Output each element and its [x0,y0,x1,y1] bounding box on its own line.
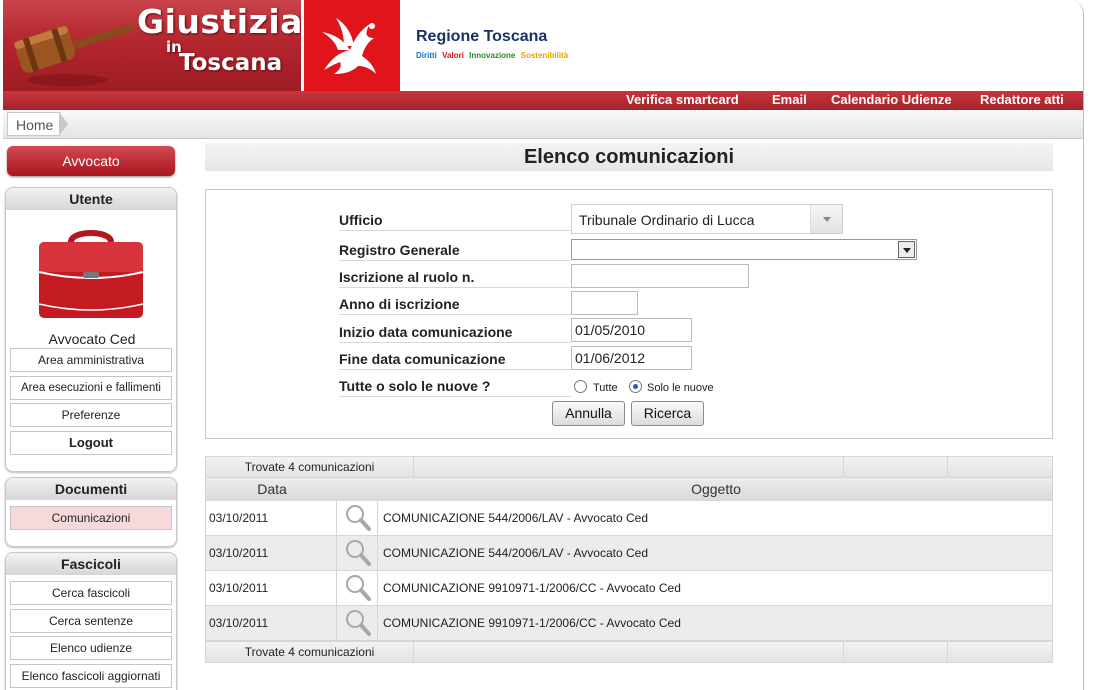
row-object: COMUNICAZIONE 9910971-1/2006/CC - Avvoca… [383,581,681,595]
results-count-text: Trovate 4 comunicazioni [206,642,414,662]
tutte-label: Tutte o solo le nuove ? [339,378,571,397]
regione-toscana-logo[interactable]: Regione Toscana Diritti Valori Innovazio… [400,0,586,92]
table-header: Data Oggetto [205,478,1053,501]
row-object: COMUNICAZIONE 544/2006/LAV - Avvocato Ce… [383,511,649,525]
sidebar-item-area-esecuzioni[interactable]: Area esecuzioni e fallimenti [10,376,172,400]
nav-calendario-udienze[interactable]: Calendario Udienze [831,92,952,107]
pager-cell [843,642,948,662]
user-panel: Utente Avvocato Ced Area amministrativa … [5,187,177,472]
nav-email[interactable]: Email [772,92,807,107]
sidebar-item-elenco-fascicoli-aggiornati[interactable]: Elenco fascicoli aggiornati [10,664,172,688]
breadcrumb: Home [3,110,1083,139]
results-count-top: Trovate 4 comunicazioni [205,456,1053,478]
radio-tutte[interactable] [574,380,587,393]
sidebar-item-preferenze[interactable]: Preferenze [10,403,172,427]
briefcase-icon [38,230,144,318]
row-date: 03/10/2011 [209,581,269,595]
row-date: 03/10/2011 [209,511,269,525]
chevron-down-icon[interactable] [810,205,842,233]
avvocato-role-button[interactable]: Avvocato [7,146,175,176]
user-name: Avvocato Ced [48,331,136,347]
row-object: COMUNICAZIONE 9910971-1/2006/CC - Avvoca… [383,616,681,630]
magnifier-icon[interactable] [336,571,378,605]
brand-title-toscana: Toscana [179,50,283,76]
table-row[interactable]: 03/10/2011 COMUNICAZIONE 544/2006/LAV - … [205,536,1053,571]
sidebar-item-area-amministrativa[interactable]: Area amministrativa [10,348,172,372]
table-row[interactable]: 03/10/2011 COMUNICAZIONE 544/2006/LAV - … [205,501,1053,536]
magnifier-icon[interactable] [336,606,378,640]
registro-select[interactable] [571,239,917,260]
results-count-text: Trovate 4 comunicazioni [206,457,414,477]
motto-word: Valori [442,51,464,60]
pager-cell [843,457,948,477]
sidebar-item-comunicazioni[interactable]: Comunicazioni [10,506,172,530]
sidebar-item-cerca-sentenze[interactable]: Cerca sentenze [10,609,172,633]
chevron-down-icon[interactable] [898,241,915,258]
inizio-label: Inizio data comunicazione [339,324,571,343]
user-panel-title: Utente [6,188,176,210]
anno-input[interactable] [571,291,638,315]
ufficio-label: Ufficio [339,212,571,231]
app-window: Giustizia in Toscana Regione Toscana Dir… [0,0,1084,690]
table-row[interactable]: 03/10/2011 COMUNICAZIONE 9910971-1/2006/… [205,571,1053,606]
files-panel-title: Fascicoli [6,553,176,575]
anno-label: Anno di iscrizione [339,296,571,315]
nav-verifica-smartcard[interactable]: Verifica smartcard [626,92,739,107]
fine-label: Fine data comunicazione [339,351,571,370]
fine-date-input[interactable] [571,346,692,370]
giustizia-in-toscana-logo[interactable]: Giustizia in Toscana [3,0,301,92]
motto-word: Diritti [416,51,437,60]
radio-solo-nuove-label: Solo le nuove [647,382,714,394]
results-count-bottom: Trovate 4 comunicazioni [205,641,1053,663]
top-navigation: Verifica smartcard Email Calendario Udie… [3,91,1083,110]
radio-solo-nuove[interactable] [629,380,642,393]
column-header-oggetto[interactable]: Oggetto [378,478,1054,501]
breadcrumb-home[interactable]: Home [7,112,62,136]
annulla-button[interactable]: Annulla [552,401,625,426]
magnifier-icon[interactable] [336,536,378,570]
ricerca-button[interactable]: Ricerca [631,401,704,426]
documents-panel: Documenti Comunicazioni [5,477,177,547]
pegasus-emblem-icon [304,0,400,92]
table-row[interactable]: 03/10/2011 COMUNICAZIONE 9910971-1/2006/… [205,606,1053,641]
motto-word: Innovazione [469,51,516,60]
ruolo-label: Iscrizione al ruolo n. [339,269,571,288]
row-object: COMUNICAZIONE 544/2006/LAV - Avvocato Ce… [383,546,649,560]
ruolo-input[interactable] [571,264,749,288]
gavel-icon [14,23,133,86]
ufficio-selected-value: Tribunale Ordinario di Lucca [579,212,755,228]
nav-redattore-atti[interactable]: Redattore atti [980,92,1064,107]
motto-word: Sostenibilità [520,51,569,60]
sidebar-item-logout[interactable]: Logout [10,431,172,455]
page-title: Elenco comunicazioni [205,143,1053,171]
region-name: Regione Toscana [416,28,548,45]
breadcrumb-arrow-icon [59,112,68,136]
inizio-date-input[interactable] [571,318,692,342]
search-form: Ufficio Tribunale Ordinario di Lucca Reg… [205,189,1053,439]
ufficio-select[interactable]: Tribunale Ordinario di Lucca [571,204,843,234]
results-table: Trovate 4 comunicazioni Data Oggetto 03/… [205,456,1053,663]
region-motto: Diritti Valori Innovazione Sostenibilità [416,51,571,60]
brand-title-giustizia: Giustizia [137,2,301,41]
column-header-data[interactable]: Data [206,478,338,501]
row-date: 03/10/2011 [209,616,269,630]
files-panel: Fascicoli Cerca fascicoli Cerca sentenze… [5,552,177,690]
registro-label: Registro Generale [339,242,571,261]
radio-tutte-label: Tutte [593,382,618,394]
row-date: 03/10/2011 [209,546,269,560]
documents-panel-title: Documenti [6,478,176,500]
sidebar-item-elenco-udienze[interactable]: Elenco udienze [10,636,172,660]
header: Giustizia in Toscana Regione Toscana Dir… [0,0,1083,92]
magnifier-icon[interactable] [336,501,378,535]
sidebar-item-cerca-fascicoli[interactable]: Cerca fascicoli [10,581,172,605]
